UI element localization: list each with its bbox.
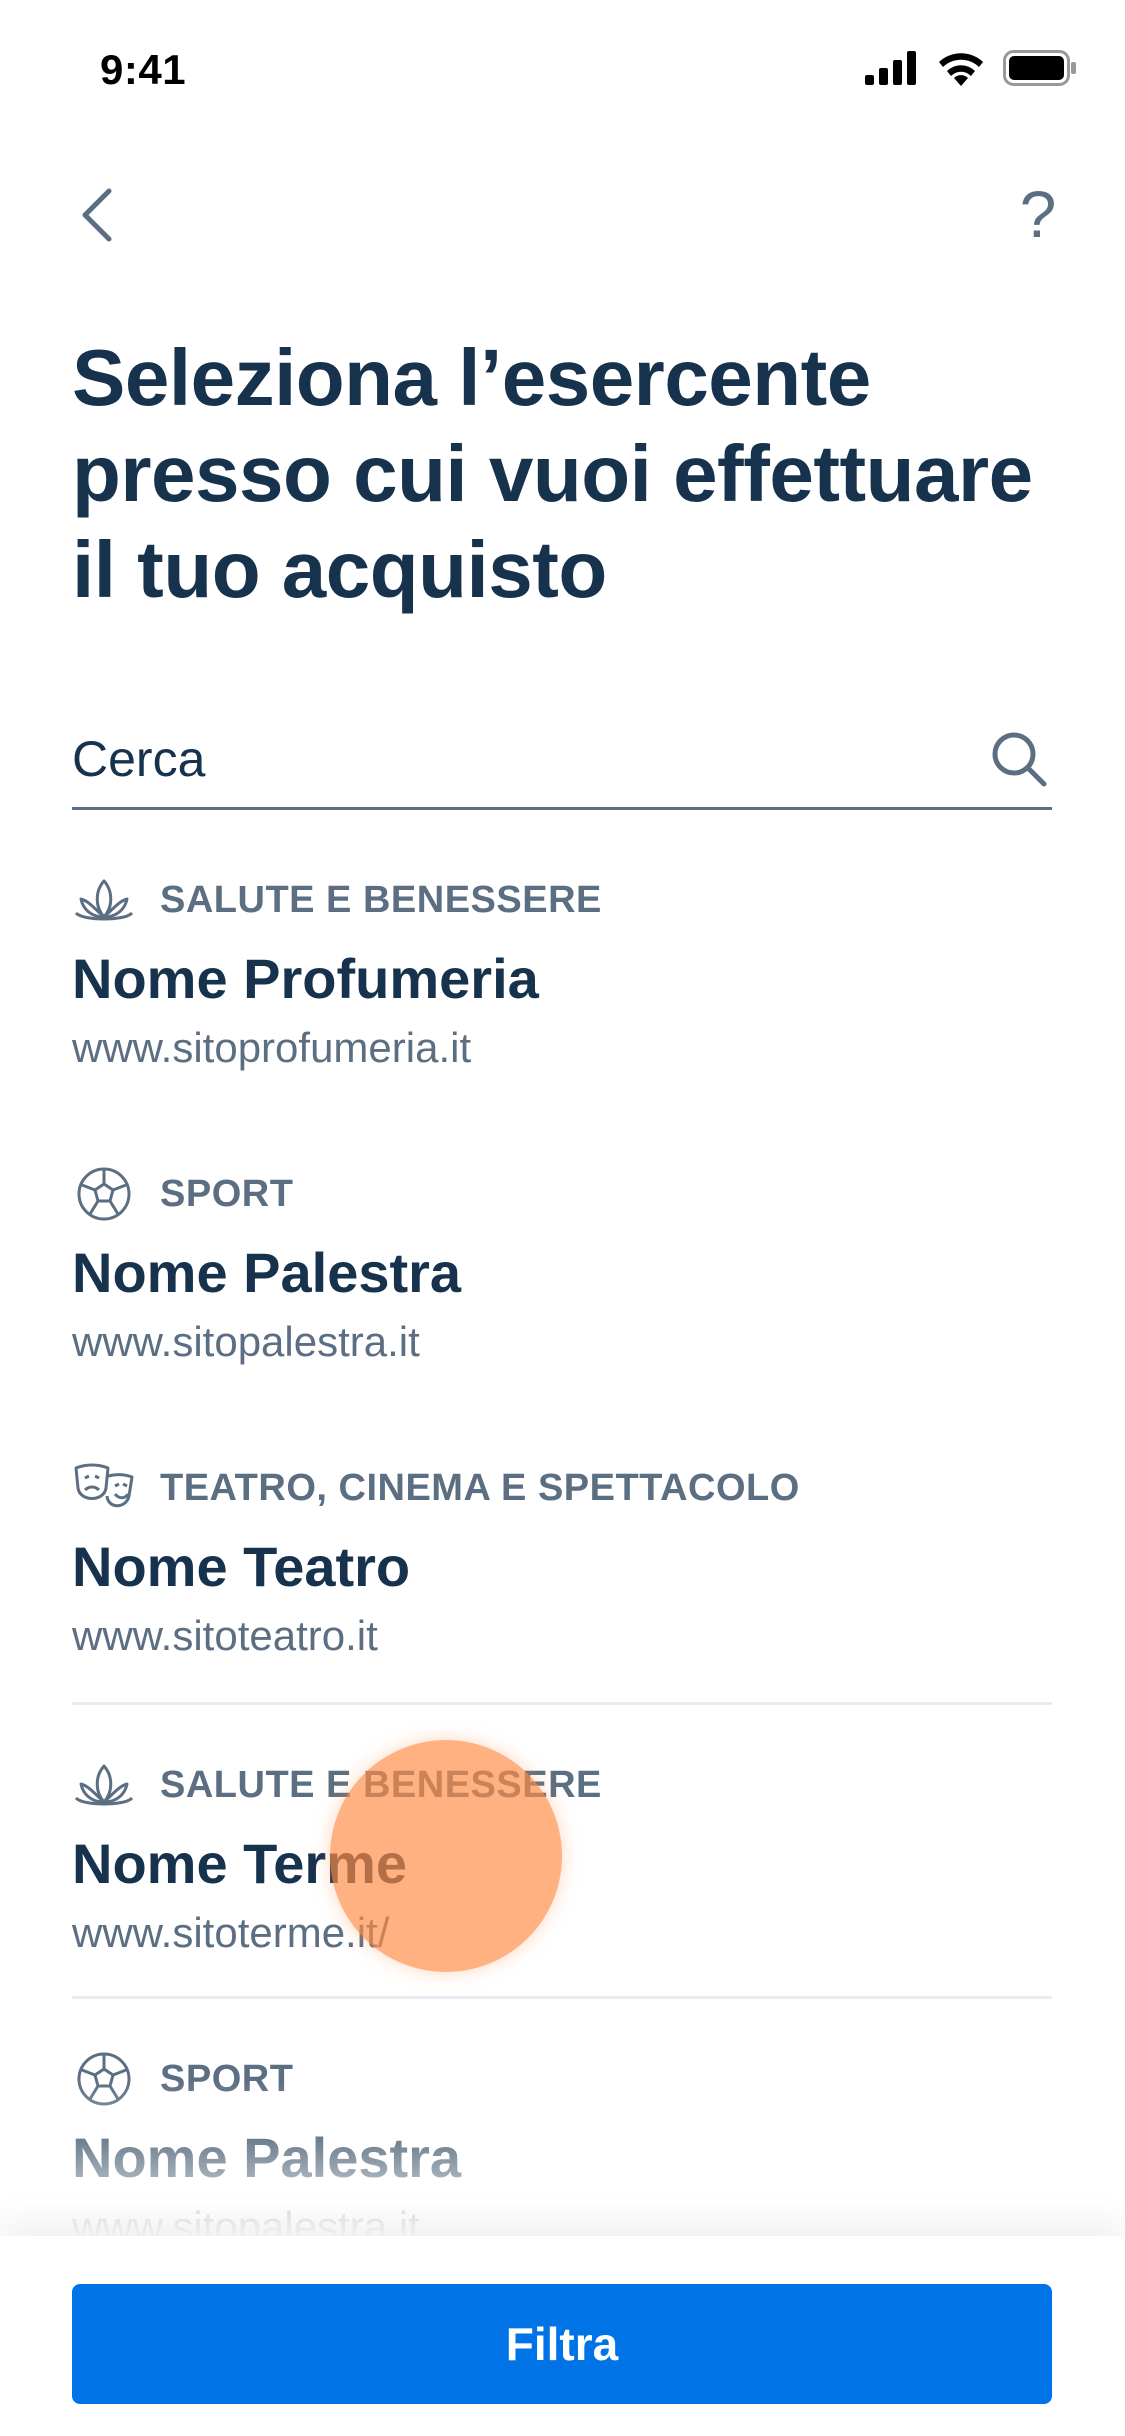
navigation-bar: ? bbox=[0, 170, 1125, 260]
merchant-url: www.sitopalestra.it bbox=[72, 2203, 420, 2240]
lotus-icon bbox=[72, 868, 136, 932]
search-input[interactable] bbox=[72, 713, 986, 804]
status-bar: 9:41 bbox=[0, 0, 1125, 140]
category-row: SALUTE E BENESSERE bbox=[72, 868, 602, 932]
page-title: Seleziona l’esercente presso cui vuoi ef… bbox=[72, 333, 1033, 614]
merchant-name: Nome Teatro bbox=[72, 1535, 411, 1598]
category-row: TEATRO, CINEMA E SPETTACOLO bbox=[72, 1456, 800, 1520]
cellular-signal-icon bbox=[865, 51, 916, 85]
chevron-left-icon bbox=[82, 188, 112, 242]
merchant-list-item[interactable]: SALUTE E BENESSERE Nome Terme www.sitote… bbox=[72, 1702, 1052, 1996]
merchant-url: www.sitopalestra.it bbox=[72, 1318, 420, 1365]
footer-bar: Filtra bbox=[0, 2236, 1125, 2436]
search-bar bbox=[72, 710, 1052, 810]
category-label: SPORT bbox=[160, 1172, 294, 1215]
search-icon[interactable] bbox=[986, 726, 1052, 792]
merchant-url: www.sitoterme.it/ bbox=[72, 1909, 390, 1956]
merchant-name: Nome Profumeria bbox=[72, 947, 539, 1010]
category-label: TEATRO, CINEMA E SPETTACOLO bbox=[160, 1466, 800, 1509]
merchant-name: Nome Palestra bbox=[72, 1241, 462, 1304]
back-button[interactable] bbox=[62, 180, 132, 250]
merchant-url: www.sitoprofumeria.it bbox=[72, 1024, 472, 1071]
merchant-list: SALUTE E BENESSERE Nome Profumeria www.s… bbox=[72, 820, 1052, 2240]
category-row: SPORT bbox=[72, 1162, 293, 1226]
soccer-ball-icon bbox=[72, 1162, 136, 1226]
merchant-list-item[interactable]: SPORT Nome Palestra www.sitopalestra.it bbox=[72, 1114, 1052, 1408]
wifi-icon bbox=[939, 53, 983, 86]
theater-masks-icon bbox=[72, 1456, 136, 1520]
category-label: SPORT bbox=[160, 2057, 294, 2100]
status-time: 9:41 bbox=[100, 46, 187, 93]
battery-icon bbox=[1003, 50, 1076, 86]
merchant-list-item[interactable]: SALUTE E BENESSERE Nome Profumeria www.s… bbox=[72, 820, 1052, 1114]
merchant-url: www.sitoteatro.it bbox=[72, 1612, 378, 1659]
merchant-list-item[interactable]: TEATRO, CINEMA E SPETTACOLO Nome Teatro … bbox=[72, 1408, 1052, 1702]
merchant-list-item[interactable]: SPORT Nome Palestra www.sitopalestra.it bbox=[72, 1996, 1052, 2240]
category-row: SPORT bbox=[72, 2047, 293, 2111]
soccer-ball-icon bbox=[72, 2047, 136, 2111]
touch-indicator bbox=[330, 1740, 562, 1972]
help-button[interactable]: ? bbox=[1003, 174, 1073, 254]
category-label: SALUTE E BENESSERE bbox=[160, 878, 602, 921]
status-icons bbox=[865, 50, 1077, 86]
filter-button[interactable]: Filtra bbox=[72, 2284, 1052, 2404]
lotus-icon bbox=[72, 1753, 136, 1817]
merchant-name: Nome Palestra bbox=[72, 2126, 462, 2189]
